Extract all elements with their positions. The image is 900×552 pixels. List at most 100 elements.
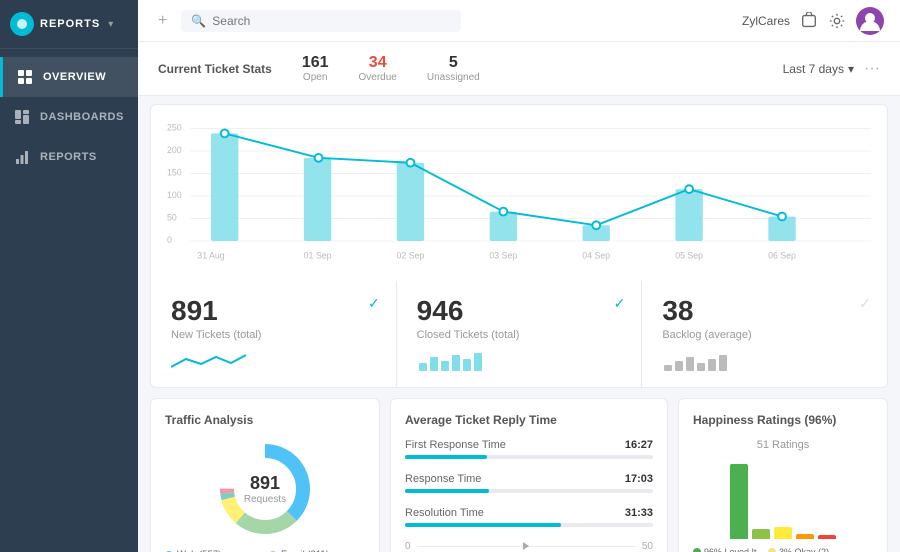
ratings-count: 51 Ratings xyxy=(693,439,873,451)
topbar-icons xyxy=(800,7,884,35)
reply-row-first: First Response Time 16:27 xyxy=(405,439,653,459)
sidebar-item-dashboards[interactable]: DASHBOARDS xyxy=(0,97,138,137)
sidebar-item-reports-label: REPORTS xyxy=(40,151,97,163)
reply-row-response: Response Time 17:03 xyxy=(405,473,653,493)
resolution-bar-bg xyxy=(405,523,653,527)
new-tickets-label: New Tickets (total) xyxy=(171,329,376,341)
donut-label: 891 Requests xyxy=(244,473,286,505)
settings-icon[interactable] xyxy=(828,12,846,30)
avatar-image xyxy=(856,7,884,35)
stats-title: Current Ticket Stats xyxy=(158,62,272,76)
sidebar-item-overview[interactable]: OVERVIEW xyxy=(0,57,138,97)
donut-total: 891 xyxy=(244,473,286,494)
svg-text:01 Sep: 01 Sep xyxy=(304,251,332,261)
stats-overdue-label: Overdue xyxy=(359,72,397,83)
reply-time-panel: Average Ticket Reply Time First Response… xyxy=(390,398,668,552)
response-bar xyxy=(405,489,489,493)
sidebar-nav: OVERVIEW DASHBOARDS REPORTS xyxy=(0,49,138,552)
more-options-icon[interactable]: ··· xyxy=(864,60,880,78)
topbar: + 🔍 ZylCares xyxy=(138,0,900,42)
stats-unassigned: 5 Unassigned xyxy=(427,54,480,83)
search-input[interactable] xyxy=(212,14,451,28)
axis-line xyxy=(417,546,636,547)
stats-bar: Current Ticket Stats 161 Open 34 Overdue… xyxy=(138,42,900,96)
axis-start: 0 xyxy=(405,541,411,552)
sidebar-item-reports[interactable]: REPORTS xyxy=(0,137,138,177)
svg-text:04 Sep: 04 Sep xyxy=(582,251,610,261)
check-icon-new: ✓ xyxy=(368,295,380,312)
metric-cards: ✓ 891 New Tickets (total) ✓ 946 Closed T… xyxy=(151,281,887,387)
new-tickets-num: 891 xyxy=(171,295,376,327)
svg-text:03 Sep: 03 Sep xyxy=(489,251,517,261)
search-bar: 🔍 xyxy=(181,10,461,32)
search-icon: 🔍 xyxy=(191,14,206,28)
svg-text:06 Sep: 06 Sep xyxy=(768,251,796,261)
backlog-num: 38 xyxy=(662,295,867,327)
happiness-legend-loved: 96% Loved It... xyxy=(693,547,764,552)
happiness-legend-okay: 3% Okay (2) xyxy=(768,547,829,552)
metric-new-tickets: ✓ 891 New Tickets (total) xyxy=(151,281,397,387)
reply-time-title: Average Ticket Reply Time xyxy=(405,413,653,427)
reply-row-resolution: Resolution Time 31:33 xyxy=(405,507,653,527)
date-filter-arrow: ▾ xyxy=(848,62,854,76)
traffic-panel: Traffic Analysis 891 xyxy=(150,398,380,552)
bar-loved xyxy=(730,464,748,539)
donut-sub: Requests xyxy=(244,494,286,505)
stats-overdue: 34 Overdue xyxy=(359,54,397,83)
resolution-time-label: Resolution Time xyxy=(405,507,484,519)
first-response-bar-bg xyxy=(405,455,653,459)
svg-text:100: 100 xyxy=(167,190,182,200)
closed-tickets-label: Closed Tickets (total) xyxy=(417,329,622,341)
date-filter[interactable]: Last 7 days ▾ xyxy=(783,62,854,76)
backlog-sparkline xyxy=(662,349,867,373)
main-content: + 🔍 ZylCares Current Ticket Stats 161 Op… xyxy=(138,0,900,552)
logo-icon xyxy=(10,12,34,36)
happiness-title: Happiness Ratings (96%) xyxy=(693,413,873,427)
chart-area: 250 200 150 100 50 0 xyxy=(151,105,887,281)
stats-overdue-num: 34 xyxy=(369,54,387,72)
metric-closed-tickets: ✓ 946 Closed Tickets (total) xyxy=(397,281,643,387)
bar-okay xyxy=(774,527,792,539)
traffic-title: Traffic Analysis xyxy=(165,413,365,427)
happiness-label-loved: 96% Loved It... xyxy=(704,547,764,552)
app-name: REPORTS xyxy=(40,18,100,30)
backlog-label: Backlog (average) xyxy=(662,329,867,341)
happiness-dot-okay xyxy=(768,548,776,552)
avatar[interactable] xyxy=(856,7,884,35)
bar-great xyxy=(752,529,770,539)
stats-open: 161 Open xyxy=(302,54,329,83)
resolution-time-value: 31:33 xyxy=(625,507,653,519)
happiness-legend: 96% Loved It... 3% Okay (2) 1% It was ba… xyxy=(693,547,873,552)
svg-text:250: 250 xyxy=(167,122,182,132)
response-time-value: 17:03 xyxy=(625,473,653,485)
sidebar: REPORTS ▾ OVERVIEW DASHBOARDS REPORTS xyxy=(0,0,138,552)
logo-dropdown-icon: ▾ xyxy=(108,19,113,30)
happiness-bar-chart xyxy=(693,459,873,539)
notification-icon[interactable] xyxy=(800,12,818,30)
stats-unassigned-label: Unassigned xyxy=(427,72,480,83)
bar-terrible xyxy=(818,535,836,539)
stats-open-label: Open xyxy=(303,72,327,83)
stats-open-num: 161 xyxy=(302,54,329,72)
add-button[interactable]: + xyxy=(154,8,171,34)
bar-bad xyxy=(796,534,814,539)
sidebar-item-dashboards-label: DASHBOARDS xyxy=(40,111,124,123)
check-icon-closed: ✓ xyxy=(614,295,626,312)
svg-text:200: 200 xyxy=(167,145,182,155)
donut-chart: 891 Requests xyxy=(165,439,365,539)
axis-end: 50 xyxy=(642,541,653,552)
happiness-label-okay: 3% Okay (2) xyxy=(779,547,829,552)
reports-icon xyxy=(14,149,30,165)
first-response-bar xyxy=(405,455,487,459)
metric-backlog: ✓ 38 Backlog (average) xyxy=(642,281,887,387)
svg-text:50: 50 xyxy=(167,212,177,222)
date-filter-label: Last 7 days xyxy=(783,62,844,76)
first-response-value: 16:27 xyxy=(625,439,653,451)
sidebar-logo[interactable]: REPORTS ▾ xyxy=(0,0,138,49)
svg-text:31 Aug: 31 Aug xyxy=(197,251,225,261)
response-bar-bg xyxy=(405,489,653,493)
svg-text:150: 150 xyxy=(167,167,182,177)
stats-unassigned-num: 5 xyxy=(449,54,458,72)
first-response-label: First Response Time xyxy=(405,439,506,451)
svg-text:02 Sep: 02 Sep xyxy=(397,251,425,261)
